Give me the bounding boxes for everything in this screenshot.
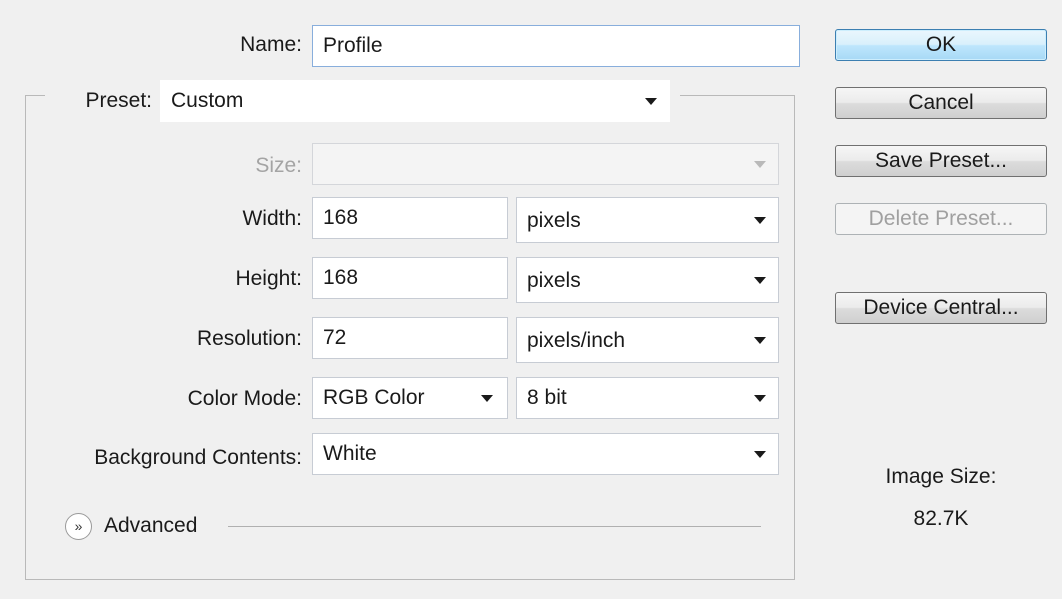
image-size-label: Image Size: — [885, 465, 997, 488]
chevron-down-icon — [754, 217, 766, 224]
preset-label: Preset: — [85, 89, 152, 112]
chevron-down-icon — [754, 337, 766, 344]
save-preset-button[interactable]: Save Preset... — [835, 145, 1047, 177]
color-mode-dropdown[interactable]: RGB Color — [312, 377, 508, 419]
double-chevron-down-icon[interactable]: » — [65, 513, 92, 540]
height-unit-dropdown[interactable]: pixels — [516, 257, 779, 303]
height-unit-value: pixels — [527, 269, 581, 292]
resolution-label: Resolution: — [196, 327, 302, 350]
bit-depth-dropdown[interactable]: 8 bit — [516, 377, 779, 419]
device-central-button[interactable]: Device Central... — [835, 292, 1047, 324]
ok-button[interactable]: OK — [835, 29, 1047, 61]
bit-depth-value: 8 bit — [527, 386, 567, 409]
chevron-down-icon — [754, 277, 766, 284]
resolution-unit-dropdown[interactable]: pixels/inch — [516, 317, 779, 363]
size-dropdown[interactable] — [312, 143, 779, 185]
size-label: Size: — [255, 154, 302, 177]
name-label: Name: — [240, 33, 302, 56]
chevron-down-icon — [754, 451, 766, 458]
width-unit-value: pixels — [527, 209, 581, 232]
advanced-divider — [228, 526, 761, 527]
height-label: Height: — [235, 267, 302, 290]
background-contents-dropdown[interactable]: White — [312, 433, 779, 475]
height-input[interactable]: 168 — [312, 257, 508, 299]
preset-dropdown[interactable]: Custom — [160, 80, 670, 122]
image-size-value: 82.7K — [913, 507, 969, 530]
color-mode-value: RGB Color — [323, 386, 425, 409]
width-input[interactable]: 168 — [312, 197, 508, 239]
chevron-down-icon — [754, 161, 766, 168]
width-unit-dropdown[interactable]: pixels — [516, 197, 779, 243]
background-contents-value: White — [323, 442, 377, 465]
advanced-toggle-label[interactable]: Advanced — [104, 512, 197, 540]
background-contents-label: Background Contents: — [94, 446, 302, 469]
cancel-button[interactable]: Cancel — [835, 87, 1047, 119]
chevron-down-icon — [645, 98, 657, 105]
name-input[interactable]: Profile — [312, 25, 800, 67]
resolution-input[interactable]: 72 — [312, 317, 508, 359]
chevron-down-icon — [481, 395, 493, 402]
resolution-unit-value: pixels/inch — [527, 329, 626, 352]
width-label: Width: — [242, 207, 302, 230]
preset-value: Custom — [171, 89, 244, 112]
chevron-down-icon — [754, 395, 766, 402]
color-mode-label: Color Mode: — [187, 387, 302, 410]
delete-preset-button[interactable]: Delete Preset... — [835, 203, 1047, 235]
